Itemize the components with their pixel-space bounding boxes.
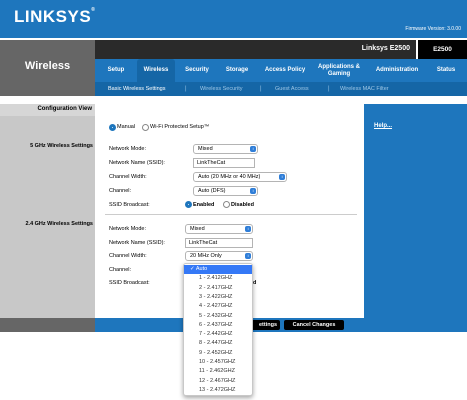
help-column	[364, 104, 467, 318]
channel-option-label: 3 - 2.422GHZ	[199, 293, 233, 300]
channel-option-label: 7 - 2.442GHZ	[199, 331, 233, 338]
broadcast-24g-disabled-label: d	[253, 280, 257, 286]
footer-left	[0, 318, 95, 332]
tab-security[interactable]: Security	[179, 59, 215, 82]
divider	[105, 214, 357, 215]
chevron-updown-icon: ↕	[245, 226, 251, 232]
model-number: E2500	[418, 40, 467, 59]
chevron-updown-icon: ↕	[250, 188, 256, 194]
channel-option-label: 13 - 2.472GHZ	[199, 386, 236, 393]
manual-radio[interactable]	[109, 124, 116, 131]
channel-option[interactable]: 1 - 2.412GHZ	[184, 274, 252, 283]
channel-5g-value: Auto (DFS)	[198, 188, 226, 194]
tab-storage[interactable]: Storage	[219, 59, 255, 82]
channel-width-5g-label: Channel Width:	[109, 174, 147, 180]
channel-24g-dropdown[interactable]: ✓ Auto 1 - 2.412GHZ 2 - 2.417GHZ 3 - 2.422G…	[183, 263, 253, 396]
channel-width-5g-select[interactable]: Auto (20 MHz or 40 MHz) ↕	[193, 172, 287, 182]
left-column	[0, 104, 95, 318]
broadcast-5g-disabled-radio[interactable]	[223, 201, 230, 208]
channel-option[interactable]: ✓ Auto	[184, 265, 252, 274]
tab-setup[interactable]: Setup	[99, 59, 133, 82]
ssid-broadcast-24g-label: SSID Broadcast:	[109, 280, 150, 286]
separator: |	[260, 86, 262, 92]
network-mode-24g-value: Mixed	[190, 226, 205, 232]
network-mode-5g-label: Network Mode:	[109, 146, 146, 152]
separator: |	[328, 86, 330, 92]
chevron-updown-icon: ↕	[245, 253, 251, 259]
channel-5g-label: Channel:	[109, 188, 132, 194]
wps-radio[interactable]	[142, 124, 149, 131]
channel-option[interactable]: 8 - 2.447GHZ	[184, 339, 252, 348]
tab-applications-gaming[interactable]: Applications & Gaming	[313, 59, 365, 82]
linksys-logo: LINKSYS®	[14, 7, 96, 26]
channel-option-label: 9 - 2.452GHZ	[199, 349, 233, 356]
broadcast-5g-disabled-label: Disabled	[231, 202, 254, 208]
subtab-basic-wireless[interactable]: Basic Wireless Settings	[108, 82, 165, 96]
configuration-view-label: Configuration View	[37, 106, 92, 112]
separator: |	[185, 86, 187, 92]
footer-bar	[95, 318, 467, 332]
ssid-5g-label: Network Name (SSID):	[109, 160, 165, 166]
tab-wireless[interactable]: Wireless	[137, 59, 175, 82]
channel-option[interactable]: 11 - 2.462GHZ	[184, 367, 252, 376]
channel-option[interactable]: 4 - 2.427GHZ	[184, 302, 252, 311]
channel-option[interactable]: 7 - 2.442GHZ	[184, 330, 252, 339]
channel-width-24g-select[interactable]: 20 MHz Only ↕	[185, 251, 253, 261]
product-name-bar: Linksys E2500	[95, 40, 416, 59]
section-5ghz-label: 5 GHz Wireless Settings	[30, 143, 93, 149]
broadcast-5g-enabled-radio[interactable]	[185, 201, 192, 208]
channel-option-label: 10 - 2.457GHZ	[199, 359, 236, 365]
channel-option[interactable]: 3 - 2.422GHZ	[184, 293, 252, 302]
channel-option-label: 11 - 2.462GHZ	[199, 368, 235, 375]
help-link[interactable]: Help...	[374, 123, 392, 129]
channel-option-label: 8 - 2.447GHZ	[199, 340, 233, 347]
sub-tabs: Basic Wireless Settings | Wireless Secur…	[95, 82, 467, 96]
firmware-version: Firmware Version: 3.0.00	[405, 26, 461, 32]
network-mode-5g-value: Mixed	[198, 146, 213, 152]
product-name: Linksys E2500	[361, 45, 410, 52]
spacer	[0, 96, 467, 104]
channel-option-label: 1 - 2.412GHZ	[199, 275, 233, 282]
subtab-wireless-security[interactable]: Wireless Security	[200, 82, 242, 96]
section-24ghz-label: 2.4 GHz Wireless Settings	[25, 221, 93, 227]
channel-option[interactable]: 2 - 2.417GHZ	[184, 284, 252, 293]
main-tabs: Setup Wireless Security Storage Access P…	[95, 59, 467, 82]
network-mode-24g-label: Network Mode:	[109, 226, 146, 232]
channel-option[interactable]: 12 - 2.467GHZ	[184, 377, 252, 386]
tab-administration[interactable]: Administration	[369, 59, 425, 82]
tab-status[interactable]: Status	[429, 59, 463, 82]
chevron-updown-icon: ↕	[250, 146, 256, 152]
channel-option[interactable]: 9 - 2.452GHZ	[184, 349, 252, 358]
cancel-changes-button[interactable]: Cancel Changes	[284, 320, 344, 330]
ssid-5g-field[interactable]: LinkTheCat	[193, 158, 255, 168]
channel-option[interactable]: 13 - 2.472GHZ	[184, 386, 252, 395]
channel-width-5g-value: Auto (20 MHz or 40 MHz)	[198, 174, 261, 180]
channel-option-label: 4 - 2.427GHZ	[199, 303, 233, 310]
channel-5g-select[interactable]: Auto (DFS) ↕	[193, 186, 258, 196]
broadcast-5g-enabled-label: Enabled	[193, 202, 215, 208]
channel-option-label: 5 - 2.432GHZ	[199, 312, 233, 319]
channel-option[interactable]: 5 - 2.432GHZ	[184, 312, 252, 321]
channel-option-label: 6 - 2.437GHZ	[199, 321, 233, 328]
network-mode-24g-select[interactable]: Mixed ↕	[185, 224, 253, 234]
channel-option-label: Auto	[195, 266, 208, 272]
channel-24g-label: Channel:	[109, 267, 132, 273]
ssid-24g-label: Network Name (SSID):	[109, 240, 165, 246]
wps-label: Wi-Fi Protected Setup™	[150, 124, 210, 130]
tab-access-policy[interactable]: Access Policy	[259, 59, 311, 82]
subtab-mac-filter[interactable]: Wireless MAC Filter	[340, 82, 389, 96]
manual-label: Manual	[117, 124, 136, 130]
network-mode-5g-select[interactable]: Mixed ↕	[193, 144, 258, 154]
channel-option-label: 2 - 2.417GHZ	[199, 284, 233, 291]
ssid-24g-field[interactable]: LinkTheCat	[185, 238, 253, 248]
section-title: Wireless	[24, 60, 71, 72]
chevron-updown-icon: ↕	[279, 174, 285, 180]
channel-width-24g-label: Channel Width:	[109, 253, 147, 259]
channel-option[interactable]: 10 - 2.457GHZ	[184, 358, 252, 367]
channel-width-24g-value: 20 MHz Only	[190, 253, 222, 259]
channel-option-label: 12 - 2.467GHZ	[199, 377, 236, 384]
channel-option[interactable]: 6 - 2.437GHZ	[184, 321, 252, 330]
subtab-guest-access[interactable]: Guest Access	[275, 82, 309, 96]
ssid-broadcast-5g-label: SSID Broadcast:	[109, 202, 150, 208]
